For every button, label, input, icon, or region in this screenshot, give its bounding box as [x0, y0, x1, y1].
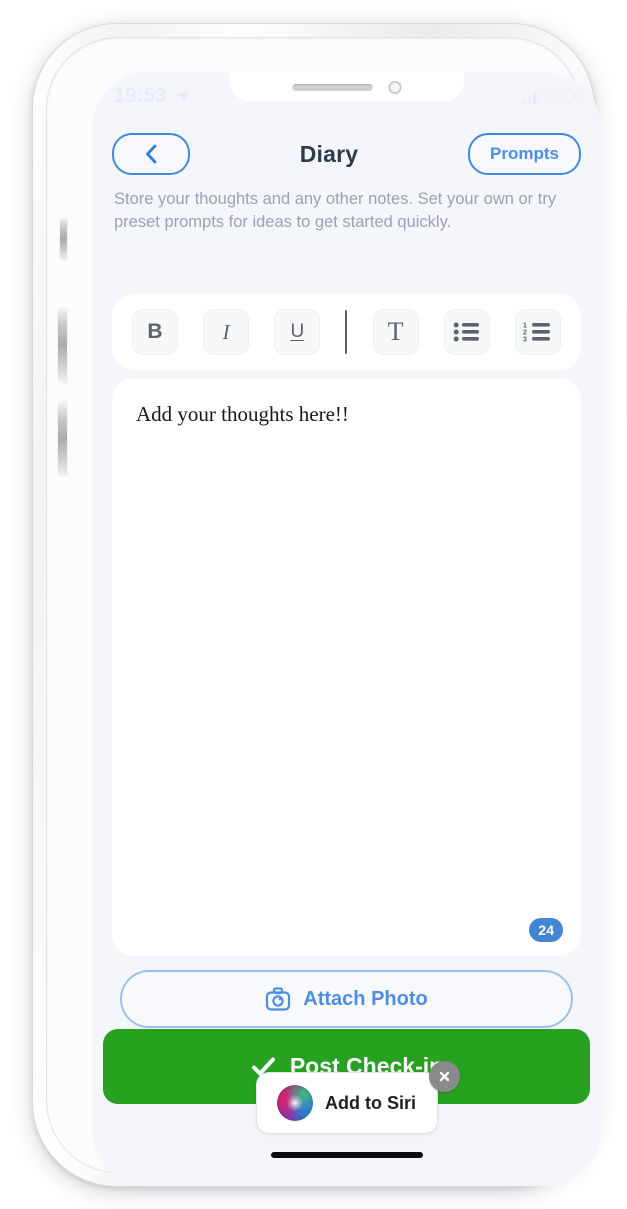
cellular-signal-icon: [523, 89, 542, 104]
bold-button[interactable]: B: [132, 309, 178, 355]
front-camera-icon: [388, 80, 401, 94]
font-style-button[interactable]: T: [372, 309, 419, 355]
add-to-siri-label: Add to Siri: [325, 1092, 416, 1113]
add-to-siri-holder: Add to Siri: [255, 1061, 460, 1134]
underline-label: U: [290, 321, 305, 342]
bulleted-list-icon: [453, 322, 479, 342]
add-to-siri-button[interactable]: Add to Siri: [255, 1072, 438, 1134]
svg-text:2: 2: [523, 330, 527, 337]
status-bar-time: 19:53: [114, 84, 167, 107]
diary-text-editor[interactable]: Add your thoughts here!! 24: [112, 378, 581, 956]
phone-device-frame: 19:53 Diary Prompts Store your thoughts …: [33, 24, 601, 1186]
close-siri-button[interactable]: [428, 1061, 460, 1092]
phone-screen: 19:53 Diary Prompts Store your thoughts …: [92, 72, 601, 1186]
volume-up-hardware-button[interactable]: [58, 308, 67, 382]
numbered-list-button[interactable]: 1 2 3: [514, 309, 561, 355]
italic-button[interactable]: I: [203, 309, 250, 355]
close-x-icon: [439, 1071, 449, 1082]
status-bar-right: [523, 89, 579, 104]
bulleted-list-button[interactable]: [443, 309, 490, 355]
volume-down-hardware-button[interactable]: [58, 402, 67, 476]
status-bar-left: 19:53: [114, 85, 191, 108]
camera-icon: [266, 987, 291, 1011]
character-count-badge: 24: [529, 918, 563, 942]
svg-text:3: 3: [523, 337, 527, 343]
svg-text:1: 1: [523, 323, 527, 330]
add-to-siri-row: Add to Siri: [92, 1061, 601, 1134]
font-label: T: [387, 317, 404, 346]
editor-content[interactable]: Add your thoughts here!!: [136, 400, 557, 428]
location-arrow-icon: [175, 89, 189, 103]
prompts-button[interactable]: Prompts: [468, 133, 581, 175]
device-notch: [229, 72, 464, 102]
numbered-list-icon: 1 2 3: [523, 323, 551, 343]
siri-orb-icon: [277, 1085, 313, 1121]
battery-icon: [551, 89, 579, 103]
bold-label: B: [147, 320, 163, 343]
page-description: Store your thoughts and any other notes.…: [114, 190, 557, 232]
formatting-toolbar: B I U T 1 2 3: [112, 294, 581, 370]
attach-photo-label: Attach Photo: [303, 987, 428, 1010]
underline-button[interactable]: U: [274, 309, 321, 355]
back-button[interactable]: [112, 133, 190, 175]
attach-photo-button[interactable]: Attach Photo: [120, 970, 573, 1028]
toolbar-divider: [345, 310, 348, 354]
mute-switch-hardware-button[interactable]: [60, 218, 67, 260]
page-title: Diary: [299, 140, 359, 167]
chevron-left-icon: [146, 144, 157, 164]
app-header: Diary Prompts: [92, 124, 601, 184]
home-indicator[interactable]: [270, 1152, 423, 1158]
earpiece-speaker-icon: [292, 83, 372, 91]
italic-label: I: [222, 319, 230, 344]
